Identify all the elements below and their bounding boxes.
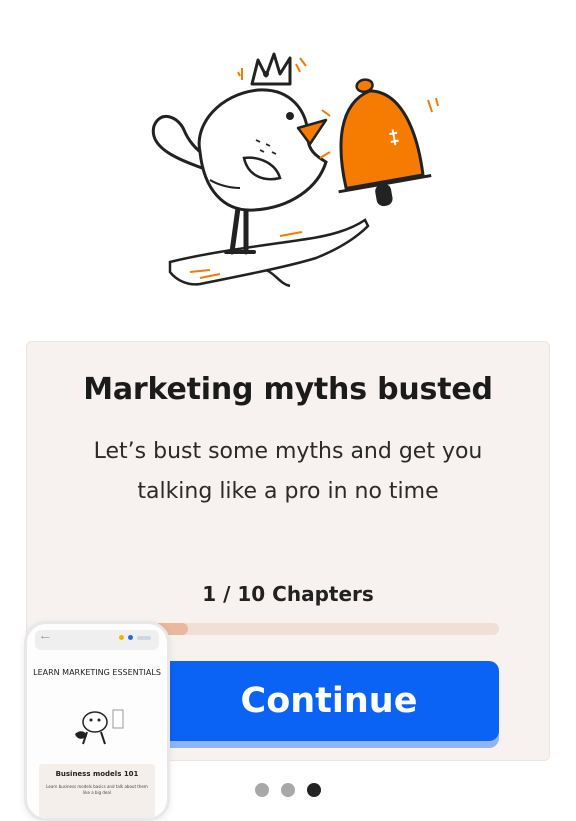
- phone-lesson-text: Learn business models basics and talk ab…: [46, 784, 148, 795]
- course-subtitle: Let’s bust some myths and get you talkin…: [93, 439, 483, 504]
- chapters-count: 1 / 10 Chapters: [202, 582, 374, 606]
- xp-bar: [137, 635, 151, 640]
- heart-icon: [128, 635, 133, 640]
- pager-dot[interactable]: [255, 783, 269, 797]
- course-title: Marketing myths busted: [83, 372, 493, 407]
- phone-status-bar: ⟵: [35, 630, 159, 650]
- phone-back-icon: ⟵: [41, 634, 50, 641]
- continue-button[interactable]: Continue: [159, 661, 499, 741]
- bird-bell-illustration: [151, 52, 439, 288]
- pager-dot[interactable]: [281, 783, 295, 797]
- pager-dot[interactable]: [307, 783, 321, 797]
- pager-dots: [255, 783, 321, 797]
- phone-preview: ⟵ LEARN MARKETING ESSENTIALS Business mo…: [24, 621, 170, 821]
- streak-icon: [119, 635, 124, 640]
- progress-bar: [153, 623, 499, 635]
- phone-lesson-title: Business models 101: [55, 770, 139, 778]
- phone-lesson-card: Business models 101 Learn business model…: [39, 764, 155, 818]
- phone-course-title: LEARN MARKETING ESSENTIALS: [33, 668, 161, 677]
- phone-illustration: [75, 709, 124, 745]
